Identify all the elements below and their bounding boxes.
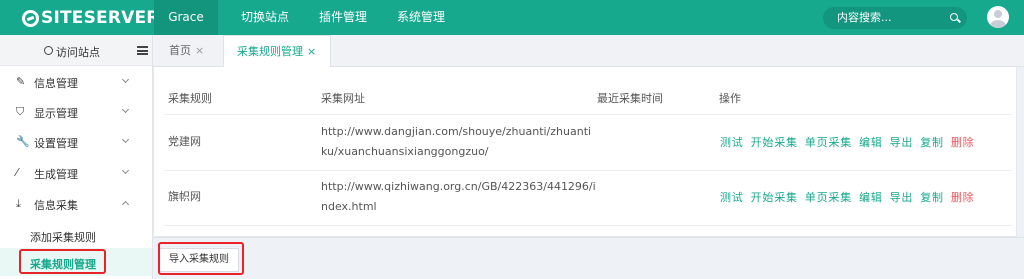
divider	[164, 225, 1012, 226]
wrench-icon: 🔧	[16, 135, 30, 148]
hamburger-menu-icon[interactable]	[137, 46, 148, 55]
sidebar-item-label: 显示管理	[34, 107, 78, 120]
sidebar-item-label: 生成管理	[34, 168, 78, 181]
rules-table: 采集规则 采集网址 最近采集时间 操作 党建网 http://www.dangj…	[153, 67, 1017, 237]
tab-bar: 首页 × 采集规则管理 ×	[153, 35, 1024, 68]
top-bar: SITESERVER Grace 切换站点 插件管理 系统管理 内容搜索...	[0, 0, 1024, 35]
single-page-gather-link[interactable]: 单页采集	[805, 134, 852, 150]
test-link[interactable]: 测试	[720, 189, 744, 205]
column-header-last-time: 最近采集时间	[597, 92, 663, 105]
nav-item-system[interactable]: 系统管理	[382, 0, 460, 35]
logo-icon	[22, 9, 39, 27]
sidebar-item-label: 信息管理	[34, 77, 78, 90]
column-header-actions: 操作	[719, 92, 741, 105]
start-gather-link[interactable]: 开始采集	[751, 189, 798, 205]
sidebar-subitem-add-rule[interactable]: 添加采集规则	[0, 221, 152, 249]
sidebar-item-label: 设置管理	[34, 137, 78, 150]
nav-item-plugins[interactable]: 插件管理	[304, 0, 382, 35]
edit-link[interactable]: 编辑	[859, 189, 883, 205]
export-link[interactable]: 导出	[890, 134, 914, 150]
copy-link[interactable]: 复制	[920, 189, 944, 205]
rule-url: http://www.qizhiwang.org.cn/GB/422363/44…	[321, 180, 596, 193]
shirt-icon: ⛉	[16, 105, 25, 118]
chevron-down-icon	[121, 75, 130, 84]
highlight-box	[19, 249, 106, 274]
delete-link[interactable]: 删除	[951, 189, 975, 205]
top-nav: Grace 切换站点 插件管理 系统管理	[154, 0, 460, 35]
logo-text: SITESERVER	[41, 8, 160, 28]
visit-site-bar: 访问站点	[0, 35, 152, 66]
chevron-down-icon	[121, 135, 130, 144]
chevron-down-icon	[121, 105, 130, 114]
row-actions: 测试 开始采集 单页采集 编辑 导出 复制 删除	[720, 134, 981, 150]
divider	[164, 170, 1012, 171]
tab-label: 首页	[169, 44, 191, 57]
globe-icon	[44, 46, 53, 55]
sidebar-item-display[interactable]: ⛉ 显示管理	[0, 97, 152, 127]
single-page-gather-link[interactable]: 单页采集	[805, 189, 852, 205]
sidebar-item-label: 信息采集	[34, 199, 78, 212]
sidebar-subitem-label: 添加采集规则	[30, 231, 96, 244]
search-input[interactable]: 内容搜索...	[823, 7, 967, 29]
copy-link[interactable]: 复制	[920, 134, 944, 150]
export-link[interactable]: 导出	[890, 189, 914, 205]
sidebar-item-gather[interactable]: ⤓ 信息采集	[0, 189, 152, 219]
rule-name: 党建网	[168, 135, 201, 148]
logo[interactable]: SITESERVER	[22, 7, 160, 29]
tab-label: 采集规则管理	[237, 45, 303, 58]
chevron-up-icon	[121, 200, 130, 209]
close-icon[interactable]: ×	[195, 44, 204, 57]
sidebar: 访问站点 ✎ 信息管理 ⛉ 显示管理 🔧 设置管理 ⁄ 生成管理 ⤓ 信息采集 …	[0, 35, 153, 279]
download-icon: ⤓	[16, 197, 21, 210]
tab-rule-manage[interactable]: 采集规则管理 ×	[223, 35, 331, 68]
rule-name: 旗帜网	[168, 190, 201, 203]
sidebar-item-generate[interactable]: ⁄ 生成管理	[0, 158, 152, 188]
edit-link[interactable]: 编辑	[859, 134, 883, 150]
rule-url: http://www.dangjian.com/shouye/zhuanti/z…	[321, 125, 592, 138]
visit-site-link[interactable]: 访问站点	[56, 44, 100, 60]
search-placeholder: 内容搜索...	[837, 11, 892, 24]
tab-home[interactable]: 首页 ×	[169, 35, 204, 67]
sidebar-item-settings[interactable]: 🔧 设置管理	[0, 127, 152, 157]
magic-wand-icon: ⁄	[16, 166, 18, 179]
edit-icon: ✎	[16, 75, 26, 88]
search-icon[interactable]	[950, 13, 958, 21]
rule-url-cont: ndex.html	[321, 200, 377, 213]
sidebar-item-content[interactable]: ✎ 信息管理	[0, 67, 152, 97]
chevron-down-icon	[121, 166, 130, 175]
delete-link[interactable]: 删除	[951, 134, 975, 150]
nav-item-grace[interactable]: Grace	[154, 0, 218, 35]
highlight-box	[158, 242, 244, 275]
column-header-rule: 采集规则	[168, 92, 212, 105]
nav-item-switch-site[interactable]: 切换站点	[226, 0, 304, 35]
test-link[interactable]: 测试	[720, 134, 744, 150]
rule-url-cont: ku/xuanchuansixianggongzuo/	[321, 145, 489, 158]
avatar[interactable]	[987, 6, 1009, 28]
footer-bar: 导入采集规则	[153, 237, 1024, 279]
divider	[164, 114, 1012, 115]
start-gather-link[interactable]: 开始采集	[751, 134, 798, 150]
row-actions: 测试 开始采集 单页采集 编辑 导出 复制 删除	[720, 189, 981, 205]
column-header-url: 采集网址	[321, 92, 365, 105]
close-icon[interactable]: ×	[307, 45, 316, 58]
